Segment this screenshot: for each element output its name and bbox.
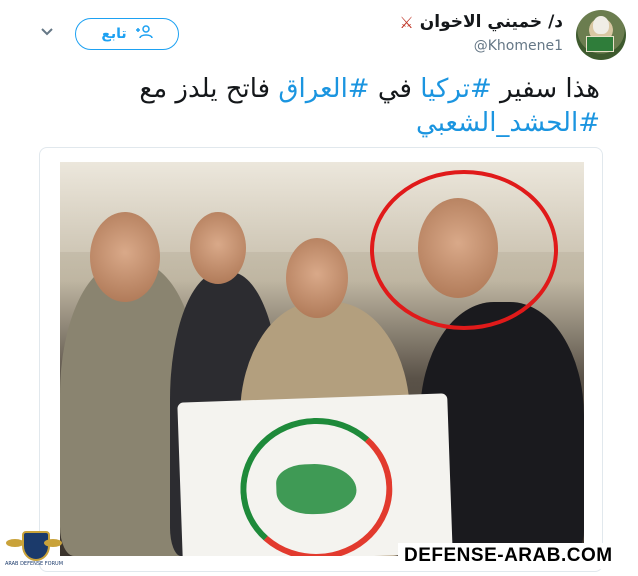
follow-button-label: تابع — [101, 26, 127, 42]
avatar[interactable] — [576, 10, 626, 60]
avatar-figure-head — [593, 16, 609, 34]
watermark-logo: ARAB DEFENSE FORUM — [4, 531, 64, 573]
logo-wing-right — [44, 539, 62, 547]
add-user-icon-svg — [135, 25, 153, 39]
highlight-circle — [370, 170, 558, 330]
avatar-figure-book — [586, 36, 614, 52]
add-user-icon — [135, 25, 153, 43]
logo-caption: ARAB DEFENSE FORUM — [4, 561, 64, 567]
photo-face — [90, 212, 160, 302]
flag-emblem-inner — [275, 462, 358, 516]
display-name[interactable]: د/ خميني الاخوان ⚔ — [399, 12, 563, 32]
follow-button[interactable]: تابع — [75, 18, 179, 50]
display-name-text: د/ خميني الاخوان — [419, 12, 563, 32]
flag-emblem — [237, 415, 395, 556]
hashtag-link[interactable]: #العراق — [278, 74, 369, 104]
hashtag-link[interactable]: #تركيا — [420, 74, 492, 104]
tweet-header: د/ خميني الاخوان ⚔ @Khomene1 تابع — [0, 0, 638, 66]
hashtag-link[interactable]: #الحشد_الشعبي — [416, 108, 600, 138]
tweet-media[interactable] — [39, 147, 603, 572]
tweet-photo[interactable] — [60, 162, 584, 556]
user-handle[interactable]: @Khomene1 — [474, 38, 563, 54]
tweet-text-part: هذا سفير — [500, 74, 600, 104]
chevron-down-icon[interactable] — [40, 26, 54, 40]
logo-shield — [22, 531, 50, 561]
militia-flag — [177, 393, 453, 556]
photo-face — [190, 212, 246, 284]
crossed-swords-icon: ⚔ — [399, 12, 414, 32]
tweet-text-part: في — [377, 74, 412, 104]
tweet-text: هذا سفير #تركيا في #العراق فاتح يلدز مع … — [60, 72, 600, 140]
tweet-text-part: فاتح يلدز مع — [139, 74, 271, 104]
photo-face — [286, 238, 348, 318]
chevron-down-icon-svg — [41, 28, 53, 36]
watermark-text: DEFENSE-ARAB.COM — [398, 543, 619, 569]
